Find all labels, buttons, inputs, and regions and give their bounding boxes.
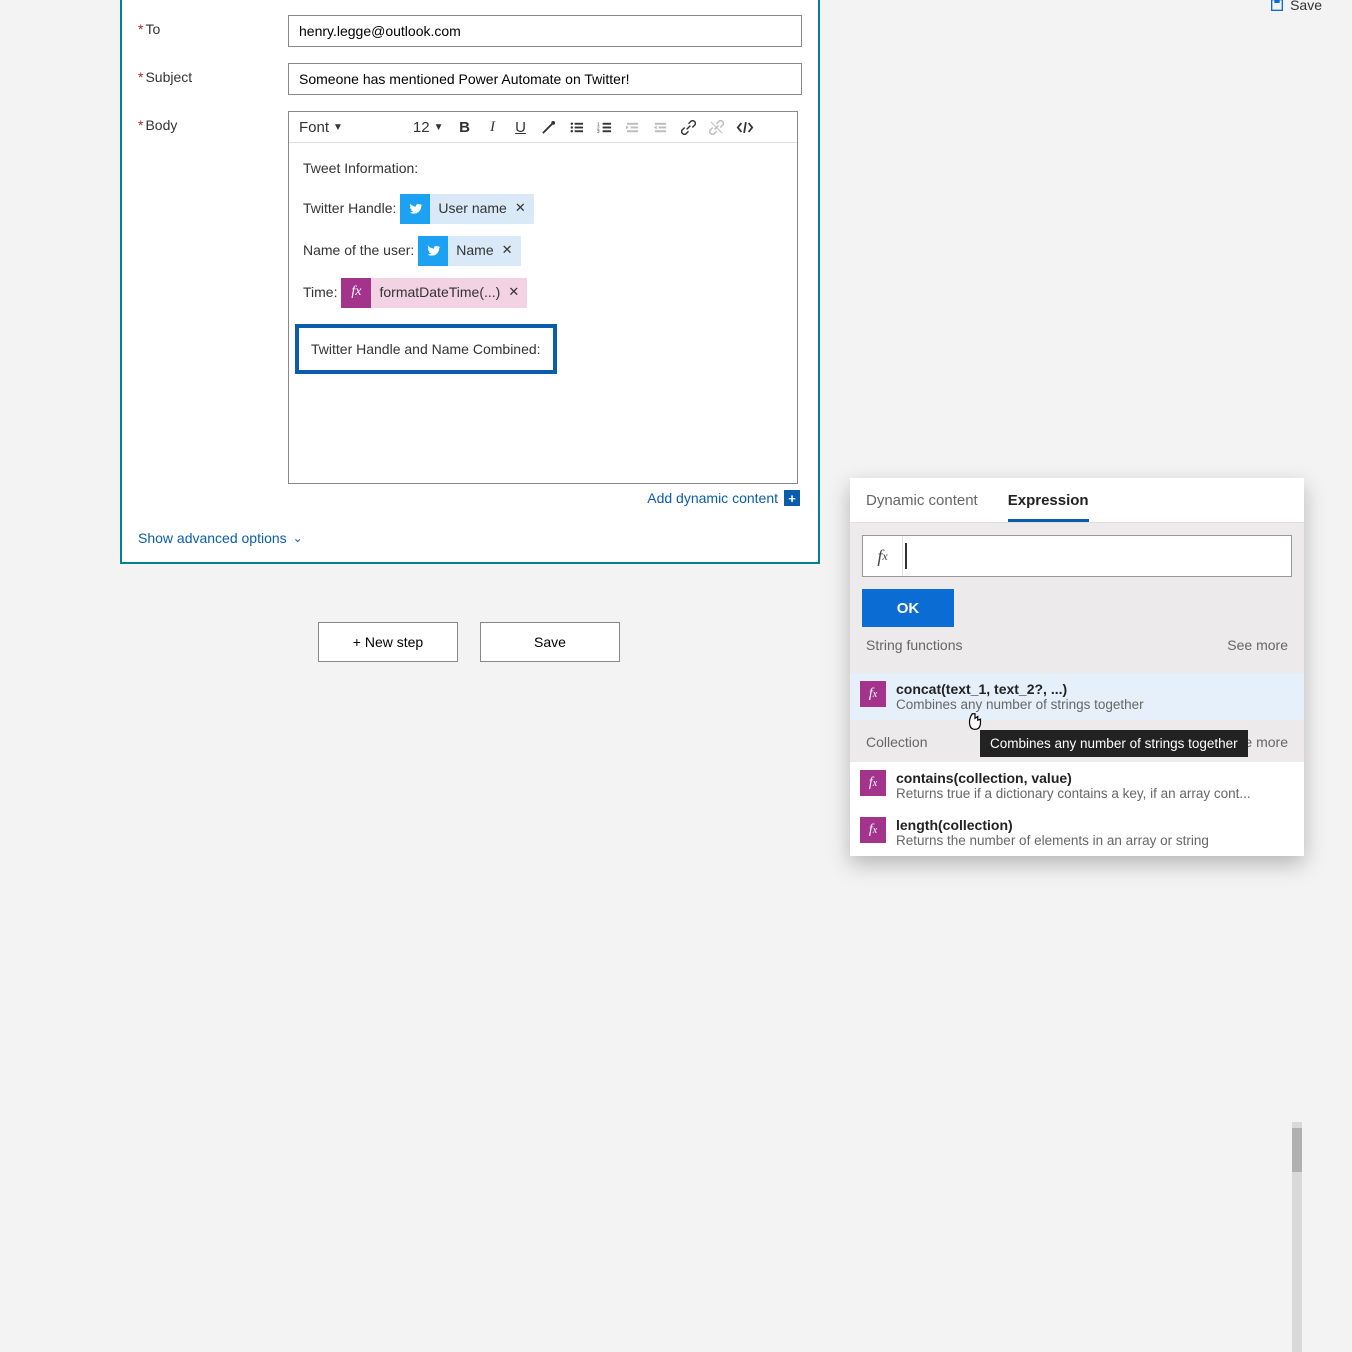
underline-button[interactable]: U: [510, 116, 532, 138]
fx-icon: fx: [341, 278, 371, 308]
category-label: String functions: [866, 637, 963, 653]
fx-description: Combines any number of strings together: [896, 697, 1294, 712]
plus-icon: +: [784, 490, 800, 506]
topbar-save[interactable]: Save: [1269, 0, 1322, 13]
body-text: Twitter Handle and Name Combined:: [311, 341, 541, 357]
topbar-save-label: Save: [1290, 0, 1322, 13]
new-step-button[interactable]: + New step: [318, 622, 458, 662]
scrollbar-thumb[interactable]: [1292, 1128, 1302, 1172]
body-text: Name of the user:: [303, 237, 414, 264]
add-dynamic-content-link[interactable]: Add dynamic content +: [288, 490, 802, 506]
twitter-icon: [400, 194, 430, 224]
remove-token-icon[interactable]: ✕: [500, 238, 521, 263]
fx-item-contains[interactable]: fx contains(collection, value) Returns t…: [850, 762, 1304, 809]
label-body: Body: [138, 111, 288, 133]
fx-signature: contains(collection, value): [896, 770, 1294, 786]
email-action-card: To Subject Body Font ▼ 12: [120, 0, 820, 564]
tooltip: Combines any number of strings together: [980, 730, 1248, 757]
svg-text:3: 3: [597, 129, 600, 134]
rte-toolbar: Font ▼ 12 ▼ B I U: [289, 112, 797, 143]
body-intro-text: Tweet Information:: [303, 155, 418, 182]
font-dropdown[interactable]: Font ▼: [295, 117, 347, 138]
tab-dynamic-content[interactable]: Dynamic content: [866, 484, 978, 522]
expression-tabs: Dynamic content Expression: [850, 478, 1304, 523]
show-advanced-options-link[interactable]: Show advanced options ⌄: [138, 530, 802, 546]
token-formatdatetime[interactable]: fx formatDateTime(...) ✕: [341, 278, 527, 308]
expression-input-wrap[interactable]: fx: [862, 535, 1292, 577]
indent-increase-button[interactable]: [650, 116, 672, 138]
row-to: To: [138, 15, 802, 47]
label-to: To: [138, 15, 288, 37]
rte-content[interactable]: Tweet Information: Twitter Handle: User …: [289, 143, 797, 483]
fx-list-string: fx concat(text_1, text_2?, ...) Combines…: [850, 673, 1304, 720]
remove-token-icon[interactable]: ✕: [506, 280, 527, 305]
save-button[interactable]: Save: [480, 622, 620, 662]
body-text: Time:: [303, 279, 337, 306]
expression-panel: Dynamic content Expression fx OK String …: [850, 478, 1304, 856]
fx-list-collection: fx contains(collection, value) Returns t…: [850, 762, 1304, 856]
unlink-button[interactable]: [706, 116, 728, 138]
fx-item-concat[interactable]: fx concat(text_1, text_2?, ...) Combines…: [850, 673, 1304, 720]
label-subject: Subject: [138, 63, 288, 85]
fx-icon: fx: [860, 681, 886, 707]
chevron-down-icon: ▼: [333, 122, 343, 133]
fx-description: Returns the number of elements in an arr…: [896, 833, 1294, 848]
body-editor[interactable]: Font ▼ 12 ▼ B I U: [288, 111, 798, 484]
fx-signature: length(collection): [896, 817, 1294, 833]
number-list-button[interactable]: 123: [594, 116, 616, 138]
token-name[interactable]: Name ✕: [418, 236, 520, 266]
code-view-button[interactable]: [734, 116, 756, 138]
twitter-icon: [418, 236, 448, 266]
expression-input[interactable]: [907, 536, 1292, 576]
save-icon: [1269, 0, 1285, 13]
font-size-dropdown[interactable]: 12 ▼: [409, 117, 448, 138]
chevron-down-icon: ▼: [434, 122, 444, 133]
chevron-down-icon: ⌄: [293, 531, 303, 545]
body-text: Twitter Handle:: [303, 195, 396, 222]
highlighted-line: Twitter Handle and Name Combined:: [295, 324, 557, 375]
tab-expression[interactable]: Expression: [1008, 484, 1089, 522]
fx-item-length[interactable]: fx length(collection) Returns the number…: [850, 809, 1304, 856]
bullet-list-button[interactable]: [566, 116, 588, 138]
fx-icon: fx: [860, 817, 886, 843]
fx-icon: fx: [860, 770, 886, 796]
category-string: String functions See more: [862, 627, 1292, 661]
indent-decrease-button[interactable]: [622, 116, 644, 138]
ok-button[interactable]: OK: [862, 589, 954, 627]
fx-icon: fx: [863, 536, 903, 576]
see-more-link[interactable]: See more: [1227, 637, 1288, 653]
fx-signature: concat(text_1, text_2?, ...): [896, 681, 1294, 697]
italic-button[interactable]: I: [482, 116, 504, 138]
remove-token-icon[interactable]: ✕: [513, 196, 534, 221]
category-label: Collection: [866, 734, 927, 750]
fx-description: Returns true if a dictionary contains a …: [896, 786, 1294, 801]
row-subject: Subject: [138, 63, 802, 95]
subject-input[interactable]: [288, 63, 802, 95]
row-body: Body Font ▼ 12 ▼ B I U: [138, 111, 802, 506]
bottom-buttons: + New step Save: [318, 622, 620, 662]
to-input[interactable]: [288, 15, 802, 47]
bold-button[interactable]: B: [454, 116, 476, 138]
token-username[interactable]: User name ✕: [400, 194, 533, 224]
font-color-button[interactable]: [538, 116, 560, 138]
link-button[interactable]: [678, 116, 700, 138]
